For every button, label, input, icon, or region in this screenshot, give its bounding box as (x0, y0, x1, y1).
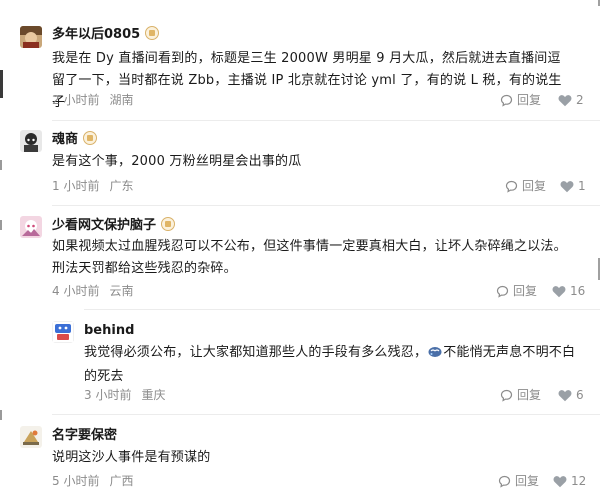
reply-label: 回复 (517, 93, 542, 107)
comment-meta: 4 小时前 云南 (52, 283, 133, 299)
divider (52, 414, 600, 415)
like-button[interactable]: 12 (553, 473, 586, 489)
comment-location: 重庆 (141, 388, 166, 402)
username-text[interactable]: behind (84, 323, 134, 338)
reply-button[interactable]: 回复 (500, 92, 541, 108)
level-badge-icon (145, 26, 160, 40)
comment-time: 3 小时前 (84, 388, 132, 402)
reply-label: 回复 (522, 179, 547, 193)
comment-location: 云南 (109, 284, 134, 298)
heart-icon (558, 95, 572, 107)
avatar[interactable] (20, 216, 42, 238)
like-button[interactable]: 2 (558, 92, 584, 108)
username-text[interactable]: 少看网文保护脑子 (52, 218, 156, 233)
comment-time: 4 小时前 (52, 284, 100, 298)
reply-button[interactable]: 回复 (500, 387, 541, 403)
comment-time: 1 小时前 (52, 179, 100, 193)
comment-location: 湖南 (109, 93, 134, 107)
heart-icon (553, 476, 567, 488)
reply-button[interactable]: 回复 (498, 473, 539, 489)
reply-label: 回复 (517, 388, 542, 402)
divider (52, 120, 600, 121)
divider (52, 205, 600, 206)
like-count: 2 (576, 93, 584, 107)
comment-bubble-icon (500, 94, 513, 107)
like-button[interactable]: 16 (552, 283, 585, 299)
like-count: 6 (576, 388, 584, 402)
reply-label: 回复 (513, 284, 538, 298)
comment-username[interactable]: behind (84, 322, 134, 340)
comment-time: 5 小时前 (52, 474, 100, 488)
left-edge-bar (0, 70, 3, 98)
divider (84, 309, 600, 310)
comment-bubble-icon (496, 285, 509, 298)
reply-label: 回复 (515, 474, 540, 488)
avatar[interactable] (20, 26, 42, 48)
comment-text-part: 我觉得必须公布，让大家都知道那些人的手段有多么残忍， (84, 345, 428, 360)
heart-icon (552, 286, 566, 298)
comment-meta: 2 小时前 湖南 (52, 92, 133, 108)
comment-location: 广东 (109, 179, 134, 193)
comment-text: 是有这个事，2000 万粉丝明星会出事的瓜 (52, 154, 302, 169)
comment-username[interactable]: 魂商 (52, 131, 98, 149)
comment-text: 说明这沙人事件是有预谋的 (52, 450, 211, 465)
username-text[interactable]: 名字要保密 (52, 428, 117, 443)
like-button[interactable]: 1 (560, 178, 586, 194)
comment-bubble-icon (500, 389, 513, 402)
left-edge-tick (0, 160, 2, 170)
comment-username[interactable]: 名字要保密 (52, 427, 117, 445)
username-text[interactable]: 多年以后0805 (52, 27, 140, 42)
comment-bubble-icon (505, 180, 518, 193)
avatar[interactable] (52, 321, 74, 343)
username-text[interactable]: 魂商 (52, 132, 78, 147)
like-count: 16 (570, 284, 586, 298)
comment-bubble-icon (498, 475, 511, 488)
comment-username[interactable]: 少看网文保护脑子 (52, 217, 176, 235)
avatar[interactable] (20, 130, 42, 152)
reply-button[interactable]: 回复 (505, 178, 546, 194)
heart-icon (558, 390, 572, 402)
left-edge-tick (0, 220, 2, 230)
comment-time: 2 小时前 (52, 93, 100, 107)
comment-location: 广西 (109, 474, 134, 488)
avatar[interactable] (20, 426, 42, 448)
comment-meta: 1 小时前 广东 (52, 178, 133, 194)
level-badge-icon (83, 131, 98, 145)
comment-text: 我觉得必须公布，让大家都知道那些人的手段有多么残忍， 不能悄无声息不明不白的死去 (84, 342, 584, 388)
like-count: 1 (578, 179, 586, 193)
like-count: 12 (571, 474, 587, 488)
reply-button[interactable]: 回复 (496, 283, 537, 299)
comment-username[interactable]: 多年以后0805 (52, 26, 160, 44)
like-button[interactable]: 6 (558, 387, 584, 403)
comment-text: 如果视频太过血腥残忍可以不公布，但这件事情一定要真相大白，让坏人杂碎绳之以法。刑… (52, 239, 567, 276)
level-badge-icon (161, 217, 176, 231)
left-edge-tick (0, 410, 2, 420)
comment-meta: 5 小时前 广西 (52, 473, 133, 489)
comment-meta: 3 小时前 重庆 (84, 387, 165, 403)
crying-face-icon (428, 344, 442, 366)
heart-icon (560, 181, 574, 193)
